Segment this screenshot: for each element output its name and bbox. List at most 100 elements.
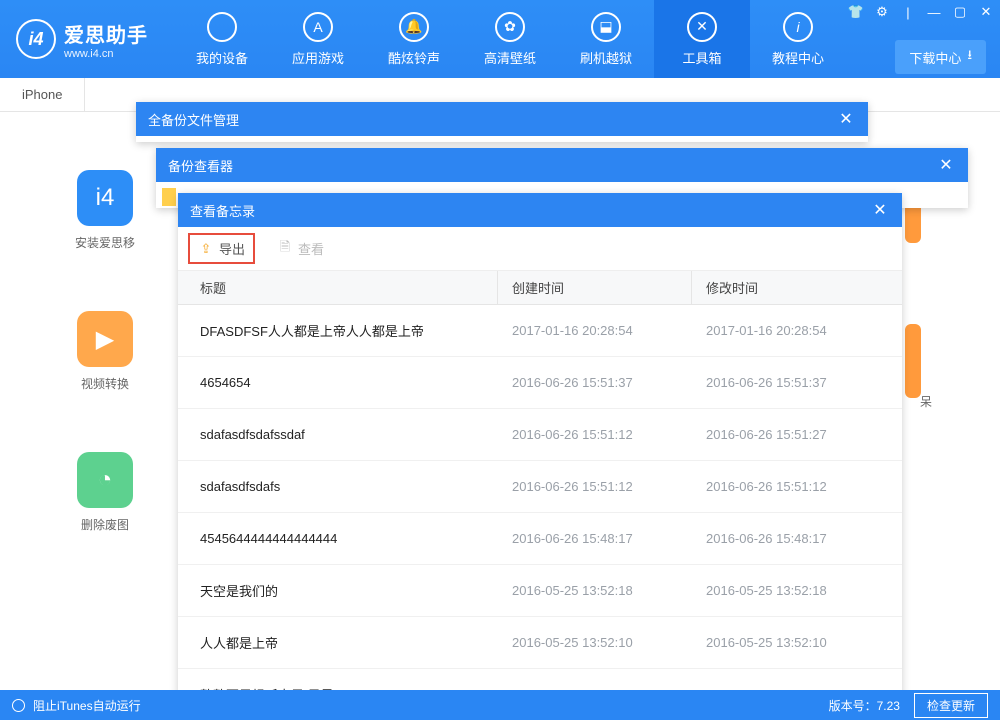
table-row[interactable]: sdafasdfsdafs2016-06-26 15:51:122016-06-… [178, 461, 902, 513]
flower-icon: ✿ [495, 12, 525, 42]
itunes-toggle-icon[interactable] [12, 699, 25, 712]
tool-sidebar: i4 安装爱思移 ▶ 视频转换 ◔ 删除废图 [60, 170, 150, 533]
nav-wallpaper[interactable]: ✿ 高清壁纸 [462, 0, 558, 78]
minimize-button[interactable]: — [926, 4, 942, 20]
cell-modified: 2016-06-26 15:51:37 [692, 375, 902, 390]
nav-label: 高清壁纸 [484, 48, 536, 67]
nav-flash[interactable]: ⬓ 刷机越狱 [558, 0, 654, 78]
check-update-button[interactable]: 检查更新 [914, 693, 988, 718]
nav-label: 应用游戏 [292, 48, 344, 67]
download-icon: ⭳ [967, 46, 972, 68]
export-label: 导出 [219, 239, 245, 258]
window-controls: 👕 ⚙ | — ▢ ✕ [848, 4, 994, 20]
table-row[interactable]: DFASDFSF人人都是上帝人人都是上帝2017-01-16 20:28:542… [178, 305, 902, 357]
download-center-label: 下载中心 [909, 48, 961, 67]
cell-title: 人人都是上帝 [178, 633, 498, 652]
folder-strip-icon [162, 188, 176, 206]
col-modified-header[interactable]: 修改时间 [692, 271, 902, 304]
nav-label: 我的设备 [196, 48, 248, 67]
app-header: i4 爱思助手 www.i4.cn 我的设备 A 应用游戏 🔔 酷炫铃声 ✿ 高… [0, 0, 1000, 78]
nav-toolbox[interactable]: ✕ 工具箱 [654, 0, 750, 78]
box-icon: ⬓ [591, 12, 621, 42]
export-icon: ⇪ [198, 241, 214, 257]
cell-modified: 2016-06-26 15:48:17 [692, 531, 902, 546]
cleanup-icon: ◔ [77, 452, 133, 508]
nav-apps[interactable]: A 应用游戏 [270, 0, 366, 78]
modal3-close-button[interactable]: ✕ [870, 200, 890, 220]
side-card-install[interactable]: i4 安装爱思移 [60, 170, 150, 251]
cell-created: 2016-05-25 13:52:18 [498, 583, 692, 598]
apple-icon [207, 12, 237, 42]
modal1-title: 全备份文件管理 [148, 110, 239, 129]
cell-created: 2016-06-26 15:51:12 [498, 427, 692, 442]
nav-label: 酷炫铃声 [388, 48, 440, 67]
logo-block: i4 爱思助手 www.i4.cn [0, 19, 164, 60]
cell-title: 4654654 [178, 375, 498, 390]
nav-label: 刷机越狱 [580, 48, 632, 67]
peek-card-mid [905, 324, 921, 398]
video-icon: ▶ [77, 311, 133, 367]
maximize-button[interactable]: ▢ [952, 4, 968, 20]
nav-my-device[interactable]: 我的设备 [174, 0, 270, 78]
table-row[interactable]: 45456444444444444442016-06-26 15:48:1720… [178, 513, 902, 565]
notes-table-body: DFASDFSF人人都是上帝人人都是上帝2017-01-16 20:28:542… [178, 305, 902, 703]
download-center-button[interactable]: 下载中心 ⭳ [895, 40, 986, 74]
table-row[interactable]: 46546542016-06-26 15:51:372016-06-26 15:… [178, 357, 902, 409]
cell-modified: 2016-06-26 15:51:27 [692, 427, 902, 442]
cell-created: 2016-06-26 15:51:12 [498, 479, 692, 494]
appstore-icon: A [303, 12, 333, 42]
gear-icon[interactable]: ⚙ [874, 4, 890, 20]
view-button: 🗎 查看 [269, 235, 332, 262]
cell-modified: 2016-05-25 13:52:10 [692, 635, 902, 650]
cell-title: 4545644444444444444 [178, 531, 498, 546]
itunes-toggle-label[interactable]: 阻止iTunes自动运行 [33, 697, 141, 714]
cell-created: 2016-05-25 13:52:10 [498, 635, 692, 650]
info-icon: i [783, 12, 813, 42]
side-card-video[interactable]: ▶ 视频转换 [60, 311, 150, 392]
tab-iphone[interactable]: iPhone [0, 78, 85, 111]
cell-created: 2017-01-16 20:28:54 [498, 323, 692, 338]
table-row[interactable]: sdafasdfsdafssdaf2016-06-26 15:51:122016… [178, 409, 902, 461]
col-title-header[interactable]: 标题 [178, 271, 498, 304]
cell-modified: 2016-05-25 13:52:18 [692, 583, 902, 598]
version-text: 版本号：7.23 [829, 697, 900, 714]
nav-label: 工具箱 [682, 48, 721, 67]
brand-site: www.i4.cn [64, 48, 148, 60]
cell-title: sdafasdfsdafs [178, 479, 498, 494]
modal3-title: 查看备忘录 [190, 201, 255, 220]
cell-title: DFASDFSF人人都是上帝人人都是上帝 [178, 321, 498, 340]
modal1-close-button[interactable]: ✕ [836, 109, 856, 129]
bell-icon: 🔔 [399, 12, 429, 42]
shirt-icon[interactable]: 👕 [848, 4, 864, 20]
cell-modified: 2016-06-26 15:51:12 [692, 479, 902, 494]
modal-backup-files: 全备份文件管理 ✕ [136, 102, 868, 142]
close-button[interactable]: ✕ [978, 4, 994, 20]
modal-notes-viewer: 查看备忘录 ✕ ⇪ 导出 🗎 查看 标题 创建时间 修改时间 DFASDFSF人… [178, 193, 902, 703]
cell-title: sdafasdfsdafssdaf [178, 427, 498, 442]
nav-tutorial[interactable]: i 教程中心 [750, 0, 846, 78]
side-card-cleanup[interactable]: ◔ 删除废图 [60, 452, 150, 533]
cell-modified: 2017-01-16 20:28:54 [692, 323, 902, 338]
view-label: 查看 [298, 239, 324, 258]
modal2-close-button[interactable]: ✕ [936, 155, 956, 175]
side-label: 删除废图 [81, 516, 129, 533]
divider: | [900, 4, 916, 20]
wrench-icon: ✕ [687, 12, 717, 42]
top-nav: 我的设备 A 应用游戏 🔔 酷炫铃声 ✿ 高清壁纸 ⬓ 刷机越狱 ✕ 工具箱 i… [174, 0, 846, 78]
table-row[interactable]: 人人都是上帝2016-05-25 13:52:102016-05-25 13:5… [178, 617, 902, 669]
table-row[interactable]: 天空是我们的2016-05-25 13:52:182016-05-25 13:5… [178, 565, 902, 617]
side-label: 视频转换 [81, 375, 129, 392]
modal2-title: 备份查看器 [168, 156, 233, 175]
peek-label: 呆 [920, 393, 932, 410]
cell-title: 天空是我们的 [178, 581, 498, 600]
nav-ringtone[interactable]: 🔔 酷炫铃声 [366, 0, 462, 78]
view-icon: 🗎 [277, 241, 293, 257]
brand-name: 爱思助手 [64, 19, 148, 48]
logo-icon: i4 [16, 19, 56, 59]
notes-toolbar: ⇪ 导出 🗎 查看 [178, 227, 902, 271]
side-label: 安装爱思移 [75, 234, 135, 251]
export-button[interactable]: ⇪ 导出 [188, 233, 255, 264]
status-bar: 阻止iTunes自动运行 版本号：7.23 检查更新 [0, 690, 1000, 720]
col-created-header[interactable]: 创建时间 [498, 271, 692, 304]
nav-label: 教程中心 [772, 48, 824, 67]
